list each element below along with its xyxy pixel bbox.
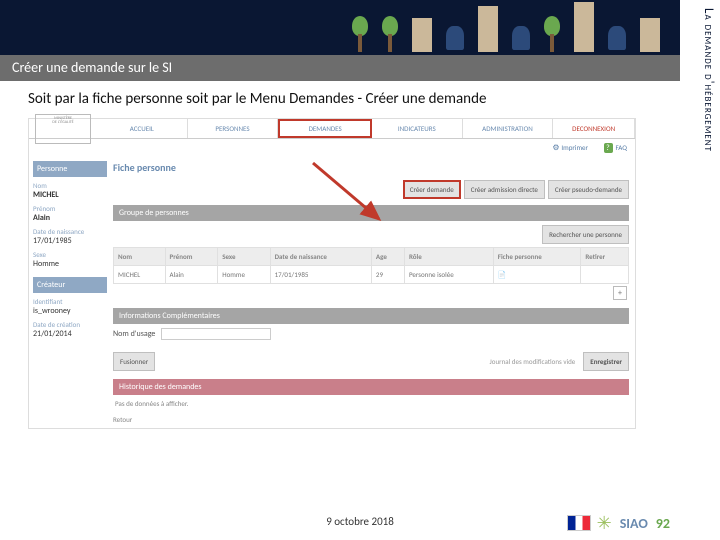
- slide-title: Créer une demande sur le SI: [0, 55, 680, 81]
- val-sexe: Homme: [33, 259, 107, 269]
- enregistrer-button[interactable]: Enregistrer: [583, 352, 629, 371]
- cell-sexe: Homme: [218, 266, 270, 284]
- creer-admission-button[interactable]: Créer admission directe: [464, 180, 545, 199]
- journal-text: Journal des modifications vide: [490, 357, 576, 366]
- th-retirer: Retirer: [581, 248, 629, 266]
- siao-text: SIAO: [620, 515, 648, 532]
- lbl-ident: Identifiant: [33, 297, 107, 306]
- left-sidebar: Personne Nom MICHEL Prénom Alain Date de…: [29, 157, 111, 428]
- no-data-text: Pas de données à afficher.: [113, 395, 629, 412]
- val-crea: 21/01/2014: [33, 329, 107, 339]
- cell-dob: 17/01/1985: [270, 266, 371, 284]
- val-prenom: Alain: [33, 213, 107, 223]
- ministry-logo: MINISTÈREDE L'ÉGALITÉ: [35, 114, 91, 144]
- th-sexe: Sexe: [218, 248, 270, 266]
- th-role: Rôle: [404, 248, 493, 266]
- print-faq-toolbar: Imprimer FAQ: [29, 139, 635, 157]
- app-header: MINISTÈREDE L'ÉGALITÉ ACCUEIL PERSONNES …: [29, 119, 635, 139]
- lbl-sexe: Sexe: [33, 250, 107, 259]
- app-screenshot: MINISTÈREDE L'ÉGALITÉ ACCUEIL PERSONNES …: [28, 118, 636, 429]
- cell-nom: MICHEL: [114, 266, 166, 284]
- intro-text: Soit par la fiche personne soit par le M…: [28, 90, 672, 108]
- val-nom: MICHEL: [33, 190, 107, 200]
- right-margin: La demande d'hébergement: [680, 0, 720, 540]
- cell-age: 29: [371, 266, 404, 284]
- th-nom: Nom: [114, 248, 166, 266]
- th-age: Age: [371, 248, 404, 266]
- siao-dept: 92: [656, 515, 670, 532]
- th-fiche: Fiche personne: [493, 248, 581, 266]
- groupe-section-bar: Groupe de personnes: [113, 205, 629, 221]
- historique-bar: Historique des demandes: [113, 379, 629, 395]
- fiche-title: Fiche personne: [113, 159, 629, 180]
- nav-indicateurs[interactable]: INDICATEURS: [372, 119, 463, 138]
- info-comp-bar: Informations Complémentaires: [113, 308, 629, 324]
- rechercher-button[interactable]: Rechercher une personne: [542, 225, 629, 244]
- add-row-button[interactable]: +: [613, 286, 627, 300]
- sidebar-createur-head: Créateur: [33, 277, 107, 293]
- val-dob: 17/01/1985: [33, 236, 107, 246]
- cell-prenom: Alain: [165, 266, 218, 284]
- footer-date: 9 octobre 2018: [326, 515, 394, 528]
- table-row[interactable]: MICHEL Alain Homme 17/01/1985 29 Personn…: [114, 266, 629, 284]
- th-dob: Date de naissance: [270, 248, 371, 266]
- decorative-skyline: [352, 4, 660, 52]
- nav-administration[interactable]: ADMINISTRATION: [463, 119, 554, 138]
- nav-demandes[interactable]: DEMANDES: [278, 119, 372, 138]
- vertical-section-title: La demande d'hébergement: [701, 8, 716, 152]
- nav-deconnexion[interactable]: DECONNEXION: [553, 119, 635, 138]
- lbl-prenom: Prénom: [33, 204, 107, 213]
- nav-personnes[interactable]: PERSONNES: [188, 119, 279, 138]
- lbl-crea: Date de création: [33, 320, 107, 329]
- siao-star-icon: ✳: [597, 512, 612, 534]
- faq-link[interactable]: FAQ: [604, 143, 627, 153]
- main-panel: Fiche personne Créer demande Créer admis…: [111, 157, 635, 428]
- lbl-dob: Date de naissance: [33, 227, 107, 236]
- print-link[interactable]: Imprimer: [552, 143, 588, 153]
- footer-logo: ✳ SIAO 92: [567, 512, 670, 534]
- val-ident: is_wrooney: [33, 306, 107, 316]
- creer-demande-button[interactable]: Créer demande: [403, 180, 461, 199]
- sidebar-personne-head: Personne: [33, 161, 107, 177]
- retour-link[interactable]: Retour: [113, 415, 629, 424]
- th-prenom: Prénom: [165, 248, 218, 266]
- persons-table: Nom Prénom Sexe Date de naissance Age Rô…: [113, 247, 629, 284]
- cell-retirer-icon[interactable]: [581, 266, 629, 284]
- main-nav: ACCUEIL PERSONNES DEMANDES INDICATEURS A…: [97, 119, 635, 138]
- nom-usage-input[interactable]: [161, 328, 271, 340]
- fusionner-button[interactable]: Fusionner: [113, 352, 155, 371]
- lbl-nom: Nom: [33, 181, 107, 190]
- creer-pseudo-button[interactable]: Créer pseudo-demande: [548, 180, 629, 199]
- cell-role: Personne isolée: [404, 266, 493, 284]
- nav-accueil[interactable]: ACCUEIL: [97, 119, 188, 138]
- french-flag-icon: [567, 515, 591, 531]
- nom-usage-label: Nom d'usage: [113, 329, 155, 339]
- cell-fiche-icon[interactable]: 📄: [493, 266, 581, 284]
